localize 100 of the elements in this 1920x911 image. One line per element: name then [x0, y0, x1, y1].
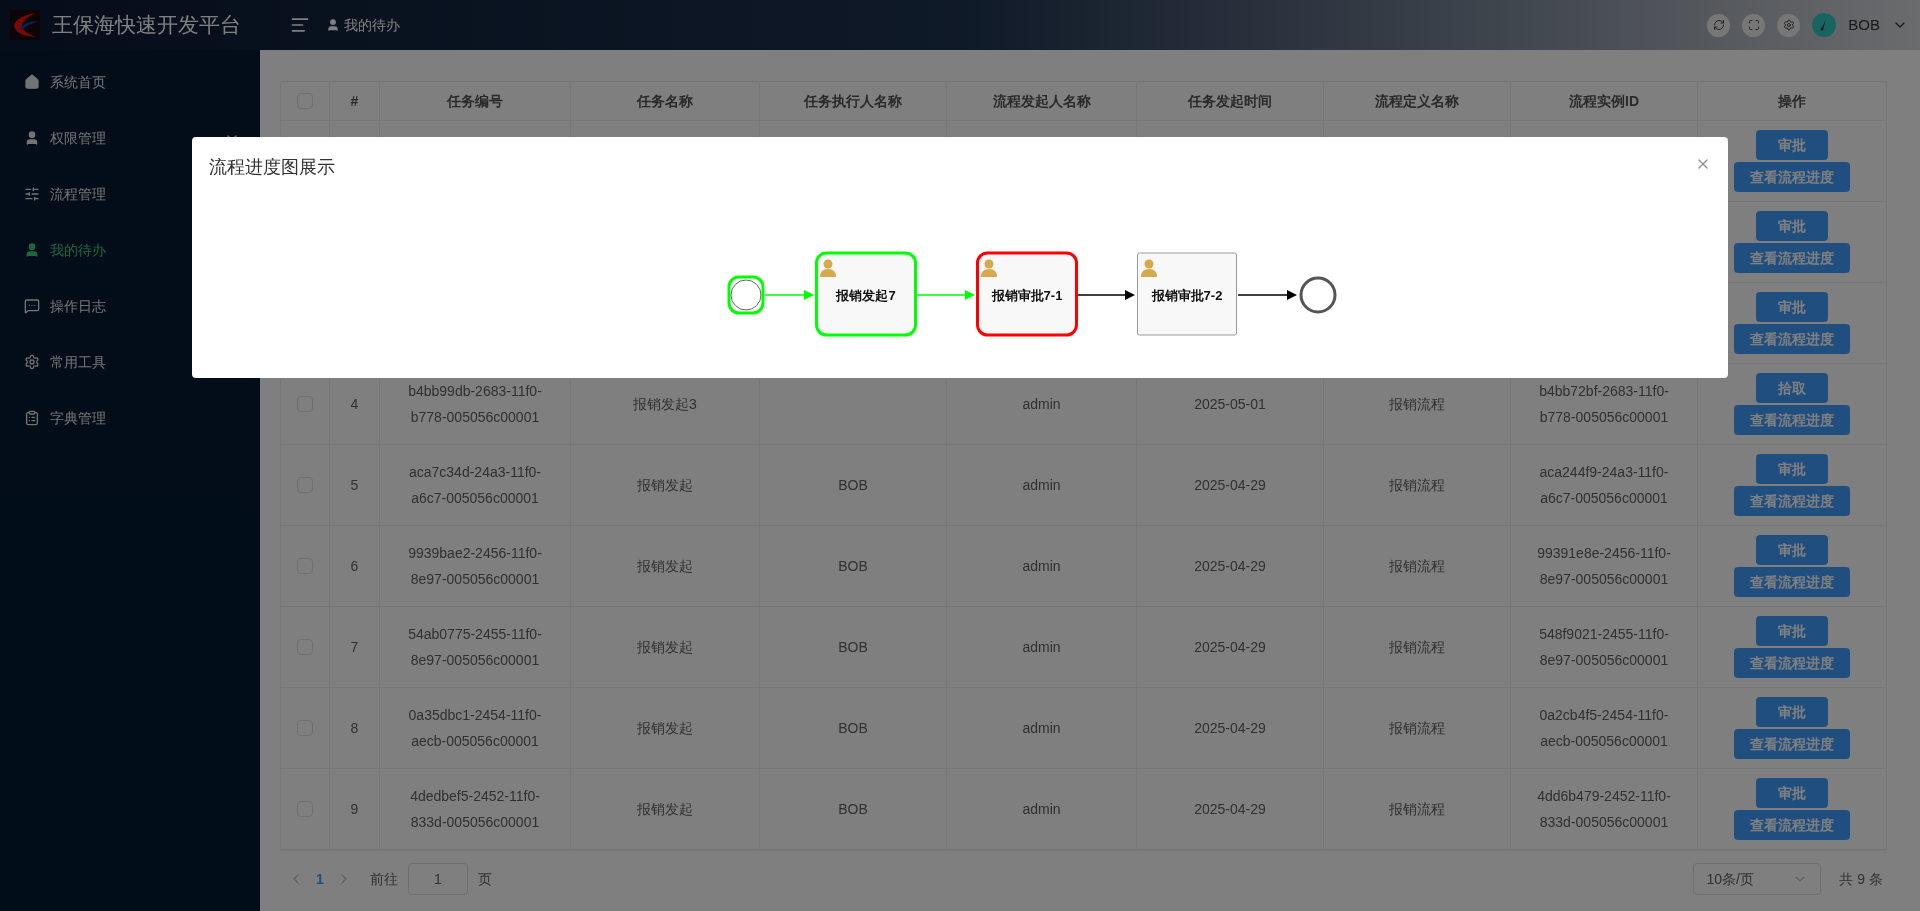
table-cell-text: b4bb72bf-2683-11f0-b778-005056c00001 [1538, 382, 1670, 427]
table-cell-text: 报销流程 [1389, 638, 1445, 657]
table-cell-text: b4bb99db-2683-11f0-b778-005056c00001 [407, 382, 543, 427]
chat-icon [24, 298, 40, 314]
table-cell-text: 2025-04-29 [1194, 719, 1266, 738]
home-icon [24, 74, 40, 90]
action-button[interactable]: 审批 [1756, 697, 1828, 727]
table-cell-text: BOB [838, 719, 868, 738]
column-header: 操作 [1778, 91, 1806, 111]
table-cell-text: aca7c34d-24a3-11f0-a6c7-005056c00001 [407, 463, 543, 508]
table-cell-text: 报销发起 [637, 719, 693, 738]
table-cell-text: 0a2cb4f5-2454-11f0-aecb-005056c00001 [1538, 706, 1670, 751]
page-suffix: 页 [477, 869, 492, 889]
refresh-icon [1712, 19, 1725, 31]
task-label: 报销审批7-1 [991, 288, 1063, 303]
settings-button[interactable] [1777, 13, 1801, 37]
column-header: 任务发起时间 [1188, 91, 1272, 111]
table-cell-text: BOB [838, 800, 868, 819]
column-header: 任务名称 [637, 91, 693, 111]
user-icon [24, 242, 40, 258]
table-cell-text: 2025-04-29 [1194, 800, 1266, 819]
page-input[interactable]: 1 [407, 863, 468, 895]
table-cell-text: 报销流程 [1389, 476, 1445, 495]
page-number[interactable]: 1 [304, 868, 336, 890]
settings-icon [24, 354, 40, 370]
table-cell-text: 548f9021-2455-11f0-8e97-005056c00001 [1538, 625, 1670, 670]
table-cell-text: 报销发起 [637, 800, 693, 819]
table-cell-text: 5 [350, 476, 359, 495]
action-button[interactable]: 审批 [1756, 616, 1828, 646]
total-count: 共 9 条 [1839, 869, 1883, 889]
table-cell-text: 报销发起3 [633, 395, 697, 414]
table-cell-text: 54ab0775-2455-11f0-8e97-005056c00001 [407, 625, 543, 670]
action-button[interactable]: 查看流程进度 [1734, 729, 1850, 759]
action-button[interactable]: 查看流程进度 [1734, 810, 1850, 840]
action-button[interactable]: 查看流程进度 [1734, 243, 1850, 273]
modal-title: 流程进度图展示 [209, 156, 335, 179]
goto-label: 前往 [369, 869, 398, 889]
sidebar-item[interactable]: 我的待办 [0, 222, 260, 278]
table-cell-text: 报销发起 [637, 476, 693, 495]
action-button[interactable]: 查看流程进度 [1734, 405, 1850, 435]
table-cell-text: 6 [350, 557, 359, 576]
action-button[interactable]: 查看流程进度 [1734, 486, 1850, 516]
column-header: 任务编号 [447, 91, 503, 111]
logo-icon [10, 10, 40, 40]
table-cell-text: 0a35dbc1-2454-11f0-aecb-005056c00001 [407, 706, 543, 751]
table-cell-text: admin [1022, 557, 1061, 576]
task-label: 报销发起7 [836, 288, 896, 303]
person-icon [820, 259, 836, 277]
sliders-icon [24, 186, 40, 202]
table-cell-text: 报销流程 [1389, 800, 1445, 819]
user-icon [24, 130, 40, 146]
sidebar-item[interactable]: 常用工具 [0, 334, 260, 390]
table-cell-text: 2025-04-29 [1194, 638, 1266, 657]
table-cell-text: 99391e8e-2456-11f0-8e97-005056c00001 [1536, 544, 1672, 589]
sidebar-item[interactable]: 操作日志 [0, 278, 260, 334]
menu-icon[interactable] [290, 15, 310, 35]
action-button[interactable]: 审批 [1756, 535, 1828, 565]
action-button[interactable]: 审批 [1756, 130, 1828, 160]
table-cell-text: 4dedbef5-2452-11f0-833d-005056c00001 [409, 787, 541, 832]
table-cell-text: 2025-04-29 [1194, 476, 1266, 495]
table-cell-text: 报销流程 [1389, 395, 1445, 414]
settings-icon [1782, 19, 1795, 31]
table-cell-text: BOB [838, 476, 868, 495]
table-cell-text: 报销发起 [637, 638, 693, 657]
table-cell-text: BOB [838, 557, 868, 576]
column-header: 流程实例ID [1569, 91, 1639, 111]
action-button[interactable]: 查看流程进度 [1734, 567, 1850, 597]
person-icon [981, 259, 997, 277]
table-cell-text: 7 [350, 638, 359, 657]
app-title: 王保海快速开发平台 [52, 12, 241, 39]
sidebar-item[interactable]: 字典管理 [0, 390, 260, 446]
user-name[interactable]: BOB [1848, 13, 1880, 37]
avatar-icon[interactable] [1812, 13, 1837, 37]
action-button[interactable]: 拾取 [1756, 373, 1828, 403]
page-size-select[interactable]: 10条/页 [1693, 863, 1822, 895]
fullscreen-button[interactable] [1742, 13, 1766, 37]
refresh-button[interactable] [1707, 13, 1731, 37]
table-cell-text: admin [1022, 638, 1061, 657]
table-cell-text: 2025-04-29 [1194, 557, 1266, 576]
table-cell-text: 报销流程 [1389, 719, 1445, 738]
column-header: 流程定义名称 [1375, 91, 1459, 111]
action-button[interactable]: 审批 [1756, 454, 1828, 484]
table-cell-text: 9 [350, 800, 359, 819]
table-cell-text: admin [1022, 476, 1061, 495]
table-cell-text: 9939bae2-2456-11f0-8e97-005056c00001 [407, 544, 543, 589]
table-cell-text: BOB [838, 638, 868, 657]
table-cell-text: 4 [350, 395, 359, 414]
action-button[interactable]: 查看流程进度 [1734, 648, 1850, 678]
action-button[interactable]: 查看流程进度 [1734, 162, 1850, 192]
action-button[interactable]: 查看流程进度 [1734, 324, 1850, 354]
action-button[interactable]: 审批 [1756, 778, 1828, 808]
table-cell-text: admin [1022, 719, 1061, 738]
table-cell-text: admin [1022, 395, 1061, 414]
action-button[interactable]: 审批 [1756, 211, 1828, 241]
sidebar-item[interactable]: 系统首页 [0, 54, 260, 110]
breadcrumb[interactable]: 我的待办 [326, 14, 400, 36]
column-header: # [350, 91, 359, 111]
action-button[interactable]: 审批 [1756, 292, 1828, 322]
table-cell-text: 报销发起 [637, 557, 693, 576]
column-header: 任务执行人名称 [804, 91, 902, 111]
